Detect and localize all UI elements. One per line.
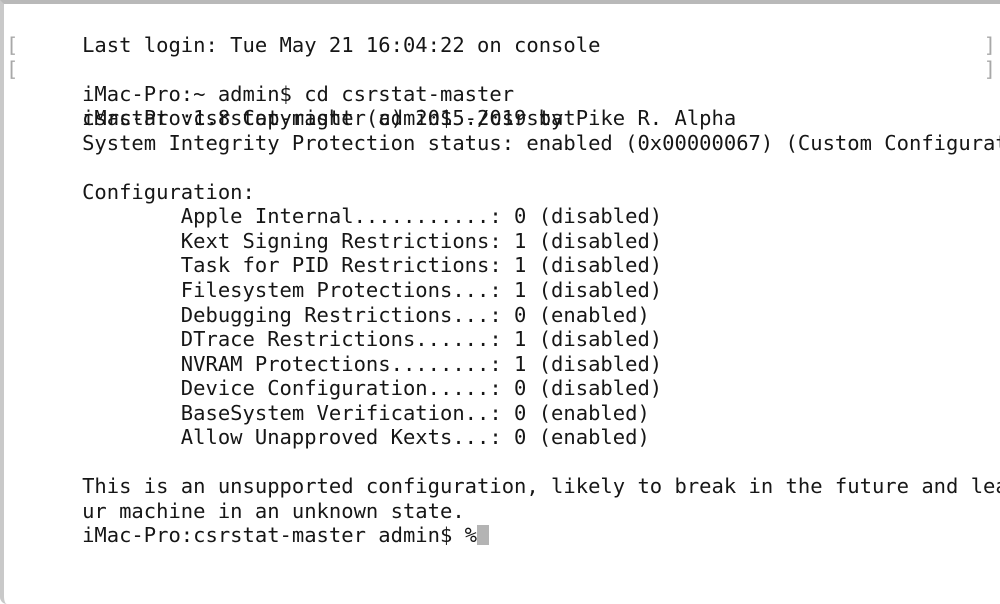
text-cursor bbox=[477, 525, 490, 546]
prompt-marker-open-icon: [ bbox=[6, 57, 19, 82]
config-row-device-configuration: Device Configuration.....: 0 (disabled) bbox=[8, 352, 1000, 400]
prompt-final-text: iMac-Pro:csrstat-master admin$ % bbox=[82, 523, 478, 548]
prompt-marker-close-icon: ] bbox=[983, 32, 996, 57]
terminal-window[interactable]: Last login: Tue May 21 16:04:22 on conso… bbox=[0, 0, 1000, 604]
config-row-basesystem-verification: BaseSystem Verification..: 0 (enabled) bbox=[8, 376, 1000, 425]
config-row-kext-signing: Kext Signing Restrictions: 1 (disabled) bbox=[8, 204, 1000, 253]
terminal-line-login: Last login: Tue May 21 16:04:22 on conso… bbox=[8, 8, 1000, 57]
prompt-marker-open-icon: [ bbox=[6, 32, 19, 57]
config-row-dtrace-restrictions: DTrace Restrictions......: 1 (disabled) bbox=[8, 303, 1000, 351]
config-row-filesystem-protections: Filesystem Protections...: 1 (disabled) bbox=[8, 253, 1000, 302]
config-row-debugging-restrictions: Debugging Restrictions...: 0 (enabled) bbox=[8, 278, 1000, 327]
terminal-line-config-header: Configuration: bbox=[8, 155, 1000, 204]
terminal-line-prompt-final[interactable]: iMac-Pro:csrstat-master admin$ % bbox=[8, 499, 1000, 547]
terminal-line-prompt-cd: [ iMac-Pro:~ admin$ cd csrstat-master ] bbox=[6, 32, 1000, 106]
terminal-output-area[interactable]: Last login: Tue May 21 16:04:22 on conso… bbox=[4, 4, 1000, 604]
config-row-allow-unapproved-kexts: Allow Unapproved Kexts...: 0 (enabled) bbox=[8, 401, 1000, 449]
config-row-task-for-pid: Task for PID Restrictions: 1 (disabled) bbox=[8, 229, 1000, 277]
terminal-line-warning-part1: This is an unsupported configuration, li… bbox=[8, 450, 1000, 498]
config-row-apple-internal: Apple Internal...........: 0 (disabled) bbox=[8, 180, 1000, 228]
config-row-nvram-protections: NVRAM Protections........: 1 (disabled) bbox=[8, 327, 1000, 376]
terminal-line-version: csrstat v1.8 Copyright (c) 2015-2019 by … bbox=[8, 82, 1000, 130]
terminal-line-prompt-run: [ iMac-Pro:csrstat-master admin$ ./csrst… bbox=[6, 57, 1000, 130]
terminal-line-sip-status: System Integrity Protection status: enab… bbox=[8, 106, 1000, 155]
terminal-line-warning-part2: ur machine in an unknown state. bbox=[8, 474, 1000, 523]
prompt-marker-close-icon: ] bbox=[983, 57, 996, 82]
